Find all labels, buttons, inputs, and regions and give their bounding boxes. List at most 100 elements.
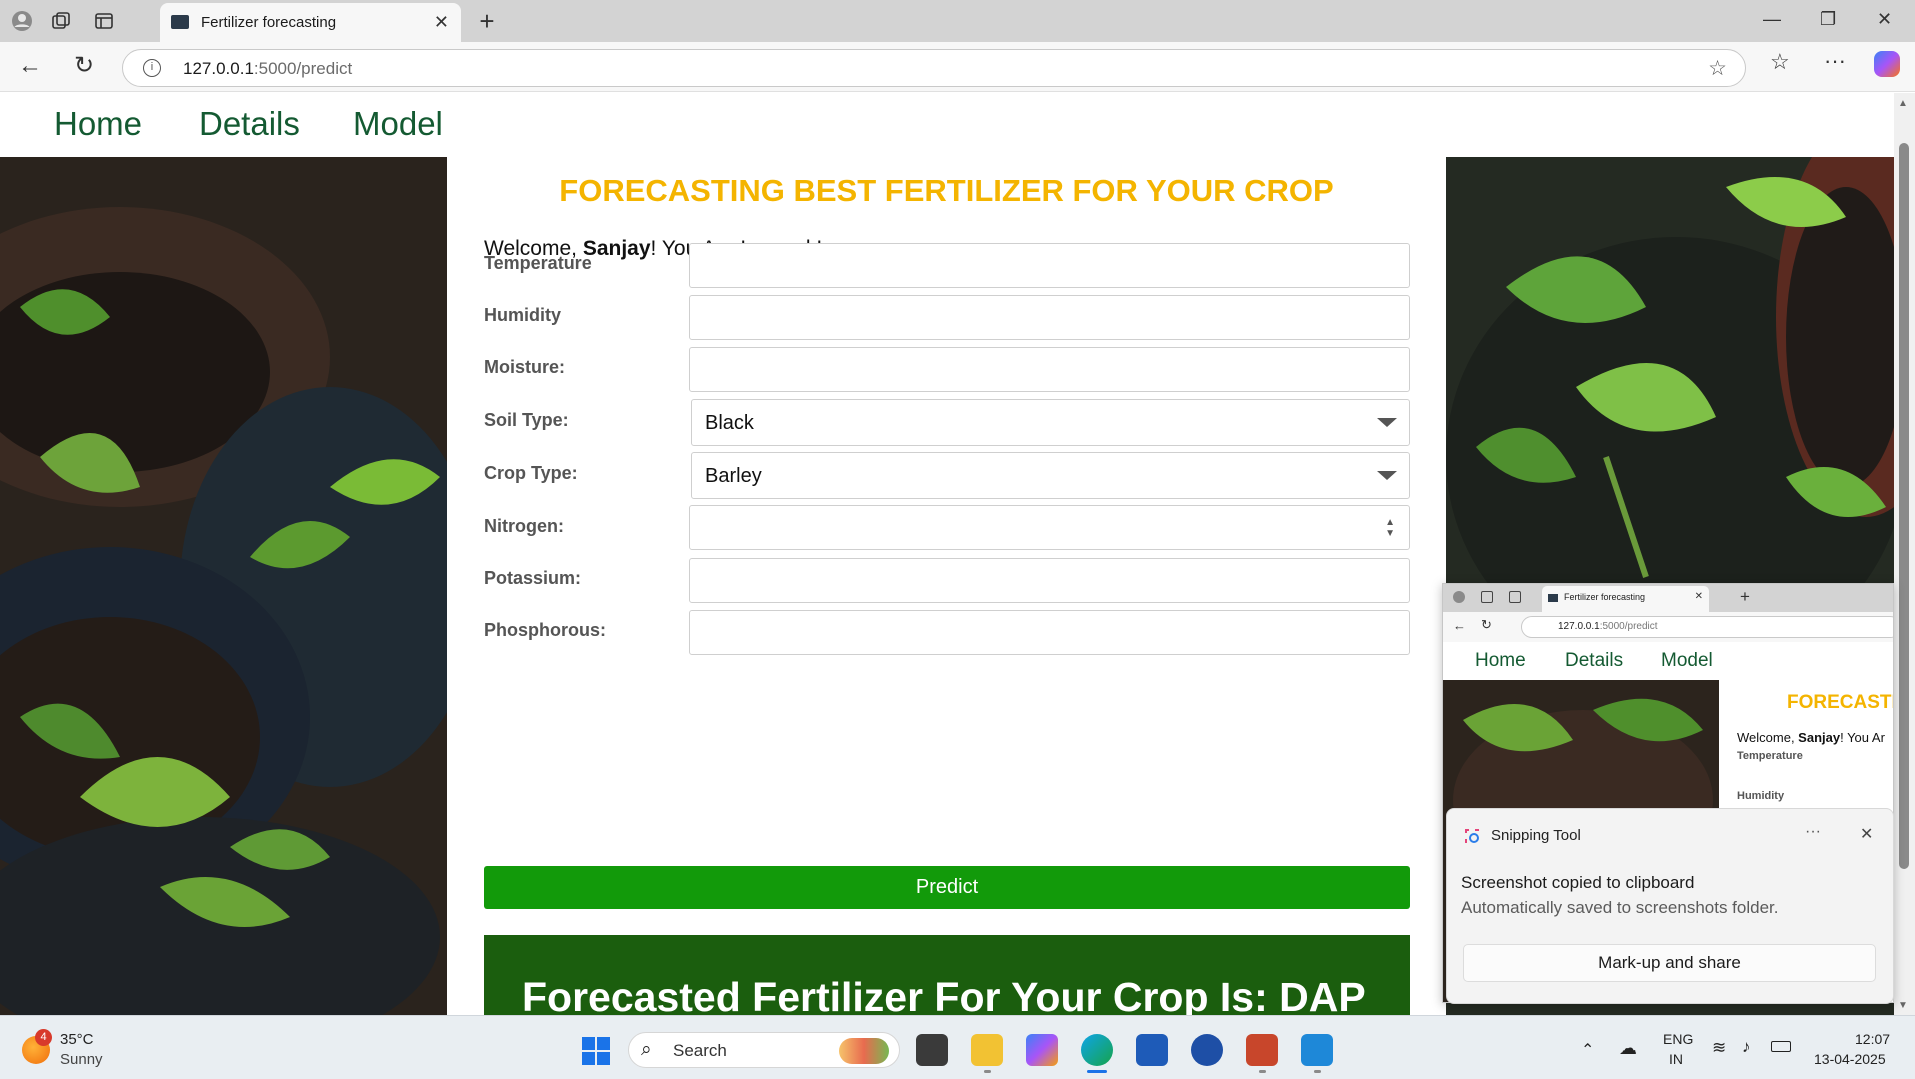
copilot-icon[interactable] (1874, 51, 1900, 77)
back-icon[interactable]: ← (18, 52, 42, 80)
weather-badge: 4 (35, 1029, 52, 1046)
favorites-icon[interactable]: ☆ (1770, 49, 1790, 75)
humidity-input[interactable] (689, 295, 1410, 340)
potassium-input[interactable] (689, 558, 1410, 603)
markup-and-share-button[interactable]: Mark-up and share (1463, 944, 1876, 982)
preview-address-bar: 127.0.0.1:5000/predict (1521, 616, 1893, 638)
scroll-down-icon[interactable]: ▼ (1898, 1000, 1908, 1011)
active-tab[interactable]: Fertilizer forecasting ✕ (160, 3, 461, 42)
url-text[interactable]: 127.0.0.1:5000/predict (183, 59, 352, 79)
minimize-icon[interactable]: — (1763, 9, 1781, 30)
temperature-label: Temperature (484, 253, 592, 273)
nav-details-link[interactable]: Details (199, 105, 300, 143)
preview-favicon-icon (1548, 594, 1558, 602)
result-panel: Forecasted Fertilizer For Your Crop Is: … (484, 935, 1410, 1015)
snipping-tool-notification: Snipping Tool ··· ✕ Screenshot copied to… (1446, 808, 1894, 1004)
nitrogen-input[interactable]: ▲ ▼ (689, 505, 1410, 550)
edge-icon[interactable] (1081, 1034, 1113, 1066)
number-spinner-icon[interactable]: ▲ ▼ (1385, 517, 1395, 539)
preview-back-icon: ← (1453, 618, 1466, 633)
preview-tab-strip: Fertilizer forecasting ✕ + (1443, 584, 1893, 612)
tab-favicon-icon (171, 15, 189, 29)
volume-icon[interactable]: ♪ (1742, 1037, 1751, 1057)
preview-vertical-tabs-icon (1509, 591, 1521, 603)
input-language[interactable]: ENG (1663, 1031, 1693, 1047)
vscode-icon[interactable] (1301, 1034, 1333, 1066)
microsoft-store-icon[interactable] (1136, 1034, 1168, 1066)
clock-time[interactable]: 12:07 (1855, 1031, 1890, 1047)
nav-model-link[interactable]: Model (353, 105, 443, 143)
result-text: Forecasted Fertilizer For Your Crop Is: … (522, 974, 1366, 1015)
search-icon: ⌕ (641, 1039, 652, 1060)
wifi-icon[interactable]: ≋ (1712, 1038, 1726, 1058)
phosphorous-input[interactable] (689, 610, 1410, 655)
restore-icon[interactable]: ❐ (1820, 9, 1836, 30)
dell-icon[interactable] (1191, 1034, 1223, 1066)
site-info-icon[interactable]: i (143, 59, 161, 77)
search-placeholder: Search (673, 1041, 727, 1060)
vertical-tabs-icon[interactable] (93, 10, 115, 32)
preview-nav-model: Model (1661, 650, 1713, 671)
page-heading: FORECASTING BEST FERTILIZER FOR YOUR CRO… (559, 173, 1334, 208)
show-hidden-icons-chevron-icon[interactable]: ⌃ (1581, 1040, 1594, 1060)
profile-icon[interactable] (11, 10, 33, 32)
favorite-star-icon[interactable]: ☆ (1708, 56, 1727, 81)
phosphorous-label: Phosphorous: (484, 620, 606, 640)
soil-type-select[interactable]: Black (691, 399, 1410, 446)
snipping-tool-icon (1463, 827, 1481, 845)
toast-title: Screenshot copied to clipboard (1461, 873, 1695, 892)
file-explorer-icon[interactable] (971, 1034, 1003, 1066)
seedling-background-left (0, 157, 447, 1015)
nitrogen-label: Nitrogen: (484, 516, 564, 536)
workspaces-icon[interactable] (50, 10, 72, 32)
temperature-input[interactable] (689, 243, 1410, 288)
nav-home-link[interactable]: Home (54, 105, 142, 143)
weather-temp[interactable]: 35°C (60, 1031, 94, 1048)
preview-label-temperature: Temperature (1737, 750, 1803, 762)
preview-workspaces-icon (1481, 591, 1493, 603)
new-tab-button[interactable]: + (476, 8, 498, 34)
tab-close-icon[interactable]: ✕ (434, 12, 449, 33)
copilot-app-icon[interactable] (1026, 1034, 1058, 1066)
preview-new-tab-icon: + (1740, 587, 1750, 606)
scroll-up-icon[interactable]: ▲ (1898, 98, 1908, 109)
predict-button[interactable]: Predict (484, 866, 1410, 909)
taskbar-search-box[interactable]: ⌕ Search (628, 1032, 900, 1068)
toast-more-icon[interactable]: ··· (1805, 823, 1821, 841)
crop-type-select[interactable]: Barley (691, 452, 1410, 499)
toast-app-name: Snipping Tool (1491, 827, 1581, 844)
task-view-icon[interactable] (916, 1034, 948, 1066)
preview-nav-home: Home (1475, 650, 1526, 671)
soil-type-value: Black (705, 412, 754, 434)
preview-tab-title: Fertilizer forecasting (1564, 592, 1646, 602)
explorer-running-indicator (984, 1070, 991, 1073)
chevron-down-icon (1377, 471, 1397, 480)
soil-type-label: Soil Type: (484, 410, 569, 430)
toast-close-icon[interactable]: ✕ (1860, 824, 1873, 844)
chevron-down-icon (1377, 418, 1397, 427)
browser-tab-strip: Fertilizer forecasting ✕ + — ❐ ✕ (0, 0, 1915, 42)
preview-welcome: Welcome, Sanjay! You Ar (1737, 730, 1885, 745)
humidity-label: Humidity (484, 305, 562, 325)
powerpoint-running-indicator (1259, 1070, 1266, 1073)
powerpoint-icon[interactable] (1246, 1034, 1278, 1066)
address-bar[interactable]: i 127.0.0.1:5000/predict ☆ (122, 49, 1746, 87)
battery-icon[interactable] (1771, 1041, 1791, 1052)
clock-date[interactable]: 13-04-2025 (1814, 1051, 1886, 1067)
close-window-icon[interactable]: ✕ (1877, 9, 1892, 30)
reload-icon[interactable]: ↻ (74, 51, 94, 80)
onedrive-offline-icon[interactable]: ☁ (1619, 1038, 1637, 1059)
moisture-input[interactable] (689, 347, 1410, 392)
preview-toolbar: ← ↻ 127.0.0.1:5000/predict (1443, 612, 1893, 642)
preview-nav-details: Details (1565, 650, 1624, 671)
crop-type-label: Crop Type: (484, 463, 578, 483)
input-region[interactable]: IN (1669, 1051, 1683, 1067)
start-icon[interactable] (581, 1036, 611, 1066)
moisture-label: Moisture: (484, 357, 565, 377)
weather-condition[interactable]: Sunny (60, 1051, 103, 1068)
prediction-form-card: FORECASTING BEST FERTILIZER FOR YOUR CRO… (447, 157, 1446, 1015)
preview-profile-icon (1453, 591, 1465, 603)
more-menu-icon[interactable]: ··· (1824, 48, 1846, 74)
preview-tab: Fertilizer forecasting ✕ (1542, 586, 1709, 612)
scrollbar-thumb[interactable] (1899, 143, 1909, 869)
